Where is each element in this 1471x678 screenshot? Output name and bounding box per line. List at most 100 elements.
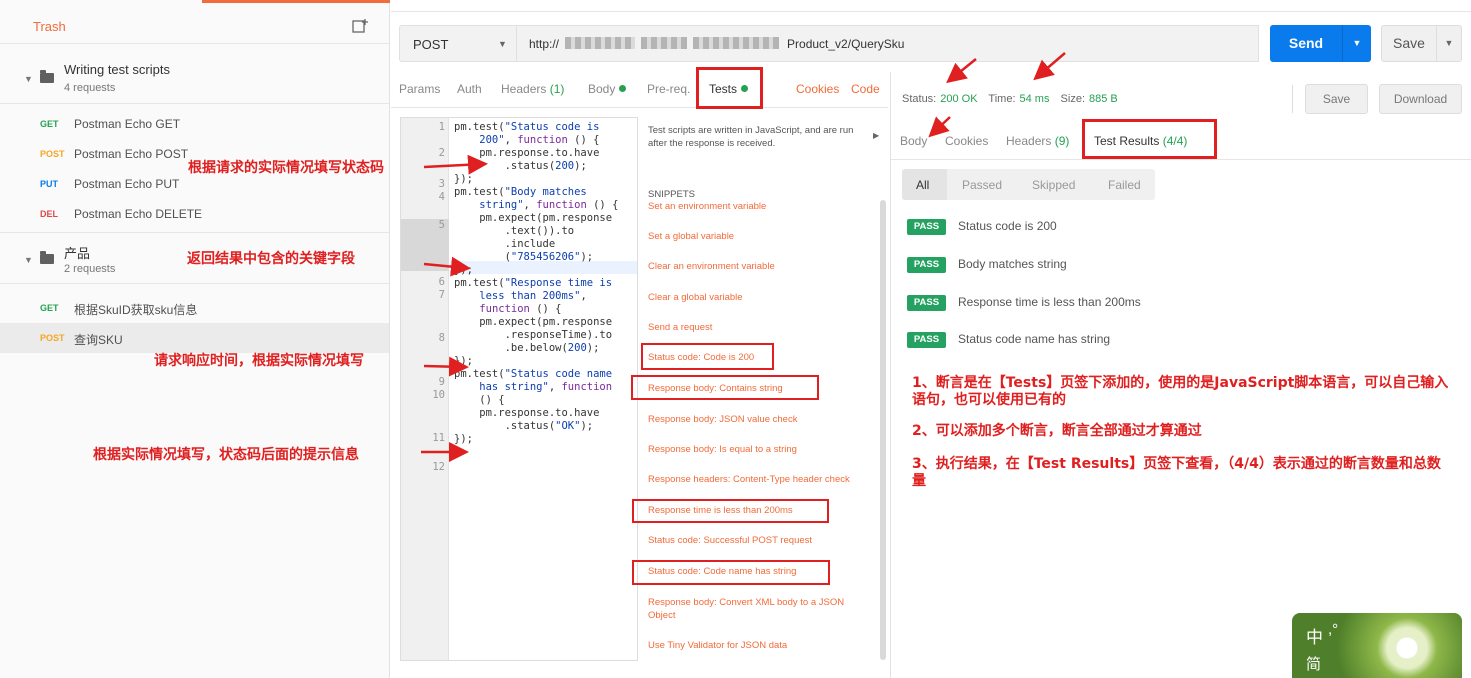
chevron-down-icon[interactable]: ▼: [24, 74, 33, 84]
save-button[interactable]: Save: [1381, 25, 1437, 62]
url-prefix: http://: [529, 37, 560, 51]
filter-skipped[interactable]: Skipped: [1032, 178, 1075, 192]
tab-test-results[interactable]: Test Results (4/4): [1094, 134, 1187, 148]
request-item[interactable]: GET 根据SkuID获取sku信息: [0, 293, 389, 323]
pass-badge: PASS: [907, 257, 946, 273]
redaction-blur: [641, 37, 687, 49]
folder-icon: [40, 70, 54, 83]
note-3: 3、执行结果，在【Test Results】页签下查看，（4/4）表示通过的断言…: [912, 456, 1441, 489]
line-number: 5: [401, 219, 449, 271]
tab-strip: [391, 0, 1471, 12]
snippet-link[interactable]: Clear an environment variable: [648, 261, 775, 272]
save-response-button[interactable]: Save: [1305, 84, 1368, 114]
tab-auth[interactable]: Auth: [457, 82, 482, 96]
tab-params[interactable]: Params: [399, 82, 440, 96]
collapse-arrow-icon[interactable]: ▶: [873, 131, 879, 140]
time-value: 54 ms: [1019, 93, 1050, 105]
note-1: 1、断言是在【Tests】页签下添加的，使用的是JavaScript脚本语言，可…: [912, 375, 1449, 408]
annotation-body-keyword: 返回结果中包含的关键字段: [187, 251, 355, 267]
tab-label: Test Results: [1094, 134, 1160, 148]
snippet-link[interactable]: Use Tiny Validator for JSON data: [648, 640, 787, 651]
size-label: Size:: [1060, 93, 1086, 105]
test-name: Status code name has string: [958, 332, 1111, 346]
url-input[interactable]: http:// Product_v2/QuerySku: [517, 25, 1259, 62]
tab-body[interactable]: Body: [900, 134, 927, 148]
send-options-button[interactable]: ▼: [1342, 25, 1371, 62]
request-name: 查询SKU: [74, 333, 123, 347]
method-badge: POST: [40, 149, 65, 159]
trash-row[interactable]: Trash: [0, 10, 389, 44]
line-gutter: 1 2 3 4 5 6 7 8 9 10 11 12: [401, 118, 449, 660]
redaction-blur: [693, 37, 779, 49]
snippets-scrollbar[interactable]: [880, 200, 886, 660]
snippet-link[interactable]: Response body: Convert XML body to a JSO…: [648, 596, 868, 622]
snippet-link[interactable]: Response body: Is equal to a string: [648, 444, 797, 455]
snippet-link[interactable]: Status code: Code name has string: [648, 566, 796, 577]
snippet-link[interactable]: Status code: Successful POST request: [648, 535, 812, 546]
tab-body[interactable]: Body: [588, 82, 627, 96]
test-name: Response time is less than 200ms: [958, 295, 1141, 309]
code-block[interactable]: pm.test("Status code is 200", function (…: [454, 121, 618, 446]
snippet-link[interactable]: Response body: JSON value check: [648, 414, 797, 425]
line-number: 4: [438, 191, 445, 203]
divider: [1292, 85, 1293, 113]
request-name: Postman Echo GET: [74, 117, 181, 131]
annotation-status-name: 根据实际情况填写，状态码后面的提示信息: [93, 447, 359, 463]
request-tabs: Params Auth Headers (1) Body Pre-req. Te…: [391, 72, 888, 108]
new-window-icon[interactable]: [352, 18, 369, 35]
save-options-button[interactable]: ▼: [1436, 25, 1462, 62]
tab-label: Headers: [1006, 134, 1052, 148]
method-badge: PUT: [40, 179, 58, 189]
folder-count: 2 requests: [64, 263, 116, 275]
tab-cookies[interactable]: Cookies: [945, 134, 988, 148]
send-button[interactable]: Send: [1270, 25, 1342, 62]
request-name: 根据SkuID获取sku信息: [74, 303, 198, 317]
snippet-link[interactable]: Set a global variable: [648, 231, 734, 242]
test-name: Body matches string: [958, 257, 1067, 271]
test-script-editor[interactable]: 1 2 3 4 5 6 7 8 9 10 11 12 pm.test("Stat…: [400, 117, 638, 661]
line-number: 11: [432, 432, 445, 444]
status-dot: [741, 85, 749, 92]
snippet-link[interactable]: Status code: Code is 200: [648, 352, 754, 363]
snippet-link[interactable]: Clear a global variable: [648, 292, 743, 303]
tab-tests[interactable]: Tests: [709, 82, 749, 96]
filter-passed[interactable]: Passed: [962, 178, 1002, 192]
snippet-link[interactable]: Response body: Contains string: [648, 383, 783, 394]
snippet-link[interactable]: Response time is less than 200ms: [648, 505, 793, 516]
result-filter: All Passed Skipped Failed: [902, 169, 1155, 200]
snippet-link[interactable]: Set an environment variable: [648, 201, 766, 212]
ime-toolbar[interactable]: 中 ,° 简: [1292, 613, 1462, 678]
pane-divider[interactable]: [890, 72, 891, 678]
request-item[interactable]: DEL Postman Echo DELETE: [0, 199, 389, 229]
chevron-down-icon[interactable]: ▼: [24, 255, 33, 265]
filter-all[interactable]: All: [916, 178, 929, 192]
line-number: 3: [438, 178, 445, 190]
folder-name: 产品: [64, 246, 91, 261]
ime-simplified-label[interactable]: 简: [1306, 653, 1321, 674]
method-select[interactable]: POST ▼: [399, 25, 517, 62]
sidebar-tab-indicator: [202, 0, 390, 3]
ime-punctuation-label[interactable]: ,°: [1328, 621, 1338, 638]
tab-headers[interactable]: Headers (9): [1006, 134, 1069, 148]
download-button[interactable]: Download: [1379, 84, 1462, 114]
test-name: Status code is 200: [958, 219, 1057, 233]
ime-mode-label[interactable]: 中: [1306, 623, 1323, 648]
filter-failed[interactable]: Failed: [1108, 178, 1141, 192]
method-badge: GET: [40, 119, 59, 129]
folder-writing-test-scripts[interactable]: ▼ Writing test scripts 4 requests: [0, 52, 389, 104]
tab-headers[interactable]: Headers (1): [501, 82, 564, 96]
request-item-selected[interactable]: POST 查询SKU: [0, 323, 389, 353]
trash-label[interactable]: Trash: [33, 19, 66, 34]
chevron-down-icon[interactable]: ▼: [498, 39, 507, 49]
line-number: 2: [438, 147, 445, 159]
code-link[interactable]: Code: [851, 82, 880, 96]
snippet-link[interactable]: Send a request: [648, 322, 712, 333]
folder-name: Writing test scripts: [64, 62, 170, 77]
cookies-link[interactable]: Cookies: [796, 82, 839, 96]
folder-icon: [40, 251, 54, 264]
snippet-link[interactable]: Response headers: Content-Type header ch…: [648, 474, 850, 485]
tab-pre-request[interactable]: Pre-req.: [647, 82, 690, 96]
request-item[interactable]: GET Postman Echo GET: [0, 109, 389, 139]
pass-badge: PASS: [907, 295, 946, 311]
response-tabs: Body Cookies Headers (9) Test Results (4…: [891, 120, 1471, 160]
